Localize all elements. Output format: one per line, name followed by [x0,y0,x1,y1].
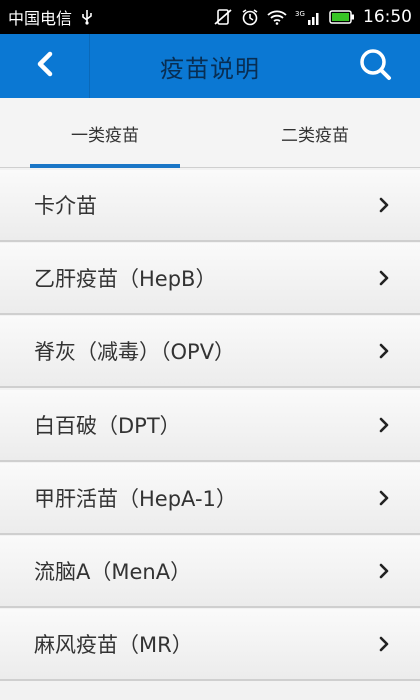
tab-bar: 一类疫苗 二类疫苗 [0,98,420,168]
chevron-right-icon [378,269,390,287]
list-item[interactable]: 脊灰（减毒）（OPV） [0,316,420,389]
status-bar: 中国电信 3G 16:50 [0,0,420,34]
tab-class-two-vaccines[interactable]: 二类疫苗 [210,98,420,168]
list-item[interactable]: 卡介苗 [0,170,420,242]
alarm-icon [241,8,259,26]
carrier-name: 中国电信 [8,9,73,28]
search-icon [358,47,392,85]
tab-label: 二类疫苗 [281,125,349,146]
chevron-right-icon [378,342,390,360]
list-item[interactable]: 乙肝疫苗（HepB） [0,243,420,316]
tab-indicator [30,164,180,168]
list-item-label: 脊灰（减毒）（OPV） [34,340,236,365]
list-item-label: 乙肝疫苗（HepB） [34,267,217,292]
chevron-right-icon [378,196,390,214]
list-item[interactable]: 白百破（DPT） [0,389,420,462]
app-bar: 疫苗说明 [0,34,420,98]
list-item-label: 甲肝活苗（HepA-1） [34,486,237,511]
list-item[interactable]: 甲肝活苗（HepA-1） [0,462,420,535]
list-item[interactable]: 麻风疫苗（MR） [0,609,420,682]
tab-label: 一类疫苗 [71,125,139,146]
search-button[interactable] [330,34,420,98]
chevron-right-icon [378,562,390,580]
battery-icon [329,10,355,24]
chevron-right-icon [378,489,390,507]
list-item-label: 白百破（DPT） [34,413,181,438]
usb-icon [80,9,94,25]
list-item-label: 麻风疫苗（MR） [34,633,193,658]
chevron-left-icon [34,51,56,81]
chevron-right-icon [378,635,390,653]
vaccine-list: 卡介苗 乙肝疫苗（HepB） 脊灰（减毒）（OPV） 白百破（DPT） 甲肝活苗… [0,170,420,682]
wifi-icon [267,9,287,25]
svg-text:3G: 3G [295,10,305,18]
vibrate-off-icon [213,8,233,26]
status-time: 16:50 [363,7,412,27]
tab-class-one-vaccines[interactable]: 一类疫苗 [0,98,210,168]
list-item-label: 流脑A（MenA） [34,559,192,584]
back-button[interactable] [0,34,90,98]
list-item[interactable]: 流脑A（MenA） [0,535,420,608]
signal-3g-icon: 3G [295,8,321,26]
chevron-right-icon [378,416,390,434]
page-title: 疫苗说明 [160,54,260,83]
list-item-label: 卡介苗 [34,194,97,218]
